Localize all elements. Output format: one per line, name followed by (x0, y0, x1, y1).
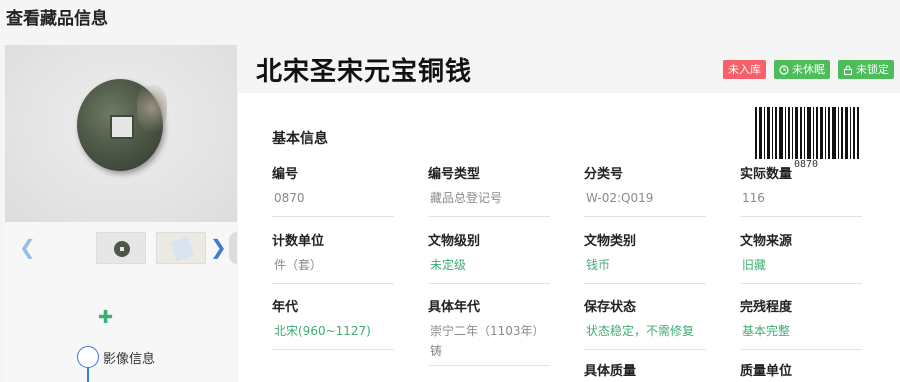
field-label: 保存状态 (584, 300, 637, 315)
field-label: 文物类别 (584, 234, 637, 249)
main-image[interactable] (5, 45, 237, 222)
lock-icon (843, 64, 853, 75)
field-label: 质量单位 (740, 364, 793, 379)
plus-icon[interactable]: ✚ (98, 307, 113, 328)
field-value: 116 (740, 188, 862, 217)
field-value: 基本完整 (740, 321, 862, 350)
field-label: 编号 (272, 167, 299, 182)
field-label: 计数单位 (272, 234, 325, 249)
field-label: 分类号 (584, 167, 624, 182)
field-classification-number: 分类号 W-02:Q019 (584, 163, 706, 217)
field-label: 文物来源 (740, 234, 793, 249)
thumbnail-3[interactable] (229, 232, 237, 264)
thumbnail-1[interactable] (96, 232, 146, 264)
field-value: 状态稳定，不需修复 (584, 321, 706, 350)
page-title: 查看藏品信息 (6, 9, 108, 29)
clock-icon (779, 64, 789, 75)
badge-label: 未锁定 (856, 63, 889, 76)
field-value: 钱币 (584, 255, 706, 284)
field-count-unit: 计数单位 件（套） (272, 230, 394, 284)
field-label: 完残程度 (740, 300, 793, 315)
badge-label: 未入库 (728, 63, 761, 76)
coin-rust (137, 85, 167, 131)
field-value: 未定级 (428, 255, 550, 284)
field-value: 旧藏 (740, 255, 862, 284)
field-number-type: 编号类型 藏品总登记号 (428, 163, 550, 217)
field-value: 藏品总登记号 (428, 188, 550, 217)
field-relic-category: 文物类别 钱币 (584, 230, 706, 284)
field-mass-unit: 质量单位 (740, 360, 862, 379)
field-actual-quantity: 实际数量 116 (740, 163, 862, 217)
item-title: 北宋圣宋元宝铜钱 (256, 57, 473, 87)
field-label: 年代 (272, 300, 299, 315)
field-completeness: 完残程度 基本完整 (740, 296, 862, 350)
field-value: 崇宁二年（1103年）铸 (428, 321, 550, 366)
field-value: 北宋(960~1127) (272, 321, 394, 350)
field-value: 件（套） (272, 255, 394, 284)
barcode-image (755, 107, 859, 159)
timeline-node[interactable] (77, 346, 99, 368)
thumbnail-2[interactable] (156, 232, 206, 264)
field-era: 年代 北宋(960~1127) (272, 296, 394, 350)
field-specific-era: 具体年代 崇宁二年（1103年）铸 (428, 296, 550, 366)
chevron-left-icon[interactable]: ❮ (19, 235, 36, 259)
field-label: 实际数量 (740, 167, 793, 182)
status-badge-not-dormant: 未休眠 (774, 60, 830, 79)
chevron-right-icon[interactable]: ❯ (210, 235, 227, 259)
field-relic-level: 文物级别 未定级 (428, 230, 550, 284)
field-number: 编号 0870 (272, 163, 394, 217)
field-value: W-02:Q019 (584, 188, 706, 217)
section-title-basic-info: 基本信息 (272, 131, 328, 147)
document-thumbnail-icon (170, 236, 194, 262)
field-label: 具体质量 (584, 364, 637, 379)
status-badge-not-stored: 未入库 (723, 60, 766, 79)
badge-label: 未休眠 (792, 63, 825, 76)
field-specific-mass: 具体质量 (584, 360, 706, 379)
field-label: 编号类型 (428, 167, 481, 182)
timeline-label: 影像信息 (103, 352, 156, 367)
status-badges: 未入库 未休眠 未锁定 (723, 60, 894, 79)
field-label: 文物级别 (428, 234, 481, 249)
field-preservation-status: 保存状态 状态稳定，不需修复 (584, 296, 706, 350)
timeline-line (87, 368, 89, 382)
status-badge-not-locked: 未锁定 (838, 60, 894, 79)
field-relic-source: 文物来源 旧藏 (740, 230, 862, 284)
coin-thumbnail-icon (114, 241, 130, 257)
detail-panel: 北宋圣宋元宝铜钱 未入库 未休眠 未锁定 基本信息 0870 编号 0870 编… (238, 45, 900, 382)
field-label: 具体年代 (428, 300, 481, 315)
field-value: 0870 (272, 188, 394, 217)
image-panel: ❮ ❯ ✚ 影像信息 (5, 45, 237, 382)
